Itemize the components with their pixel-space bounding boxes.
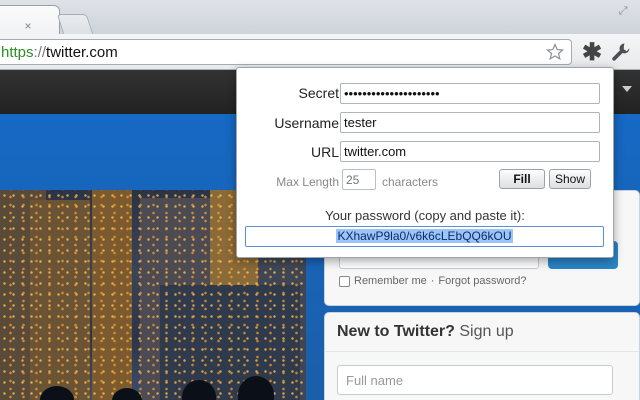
show-button[interactable]: Show	[549, 169, 591, 189]
tab-strip: × ⤢	[0, 0, 640, 35]
url-text[interactable]: https://twitter.com	[1, 44, 118, 62]
url-label: URL	[310, 144, 339, 160]
window-resize-icon[interactable]: ⤢	[616, 4, 630, 18]
signup-link[interactable]: Sign up	[459, 323, 513, 340]
url-separator: ://	[33, 44, 47, 61]
signup-heading-text: New to Twitter?	[337, 323, 455, 340]
secret-label: Secret	[298, 85, 339, 101]
address-bar[interactable]: https://twitter.com	[0, 39, 572, 65]
remember-me-label[interactable]: Remember me	[354, 275, 427, 287]
url-host: twitter.com	[46, 44, 118, 61]
chevron-down-icon[interactable]	[622, 86, 632, 92]
signup-card: New to Twitter? Sign up	[324, 312, 640, 400]
max-length-label: Max Length	[276, 175, 339, 189]
generated-password[interactable]: KXhawP9la0/v6k6cLEbQQ6kOU	[336, 229, 513, 243]
divider	[325, 351, 639, 352]
star-icon[interactable]	[545, 42, 565, 62]
url-field[interactable]	[340, 141, 600, 162]
max-length-unit: characters	[382, 175, 439, 189]
fill-button[interactable]: Fill	[499, 169, 545, 189]
remember-me-checkbox[interactable]	[339, 275, 350, 287]
generated-password-field[interactable]: KXhawP9la0/v6k6cLEbQQ6kOU	[245, 226, 604, 247]
new-tab-button[interactable]	[56, 14, 94, 34]
full-name-input[interactable]	[337, 365, 613, 395]
max-length-input[interactable]	[342, 169, 376, 190]
asterisk-icon[interactable]: ✱	[580, 39, 604, 66]
signup-heading: New to Twitter? Sign up	[337, 323, 514, 341]
remember-me-row: Remember me · Forgot password?	[339, 275, 526, 287]
forgot-password-link[interactable]: Forgot password?	[438, 275, 526, 287]
close-icon[interactable]: ×	[21, 19, 35, 33]
username-field[interactable]	[340, 112, 600, 133]
separator-dot: ·	[430, 275, 435, 287]
password-generator-popup: Secret Username URL Max Length character…	[236, 67, 614, 258]
url-scheme: https	[1, 44, 34, 61]
browser-toolbar: https://twitter.com ✱	[0, 34, 640, 70]
wrench-icon[interactable]	[610, 41, 632, 63]
result-caption: Your password (copy and paste it):	[325, 208, 525, 223]
tab-active[interactable]: ×	[0, 5, 60, 35]
username-label: Username	[274, 115, 339, 131]
secret-field[interactable]	[340, 83, 600, 104]
